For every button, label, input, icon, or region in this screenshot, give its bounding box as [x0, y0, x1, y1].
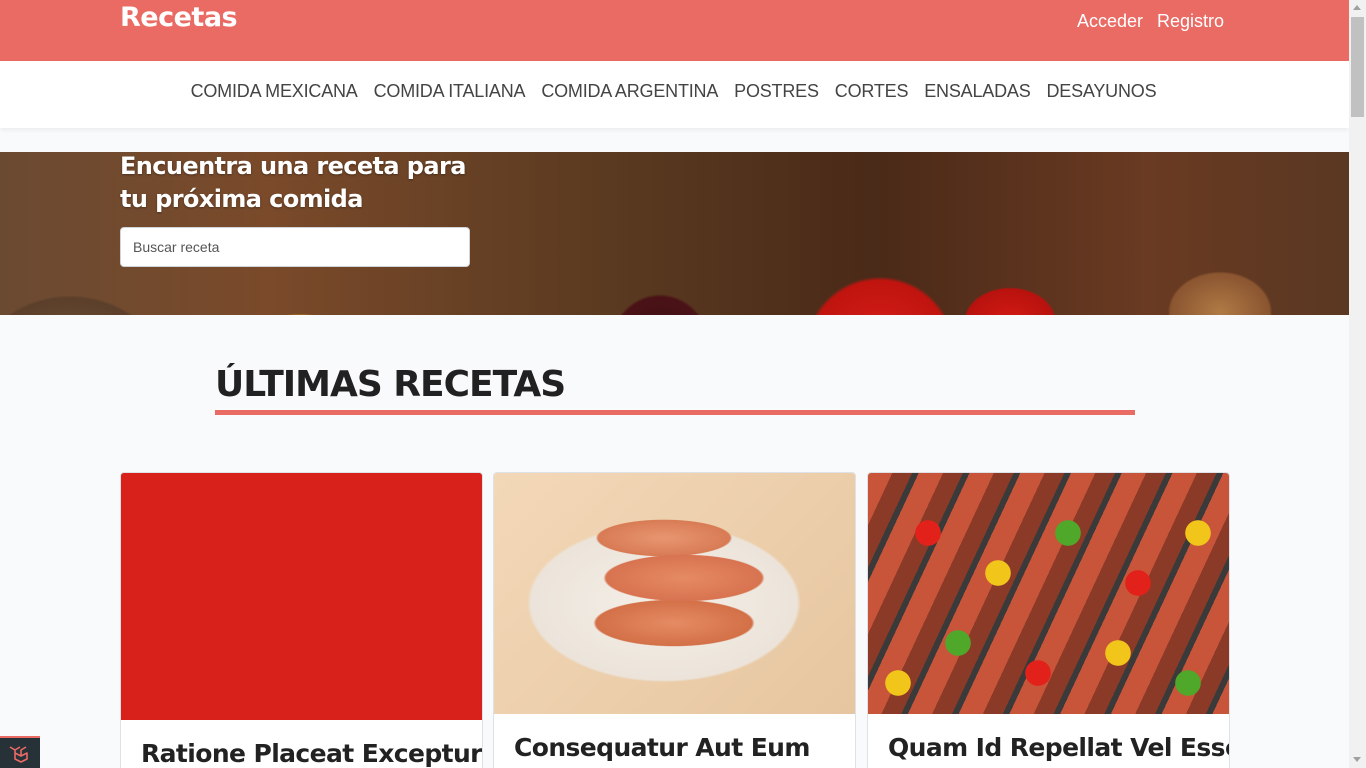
debugbar-toggle[interactable] — [0, 736, 40, 768]
register-link[interactable]: Registro — [1157, 11, 1224, 32]
recipe-image[interactable] — [494, 473, 855, 714]
scrollbar-thumb[interactable] — [1351, 17, 1364, 117]
page-scrollbar[interactable] — [1349, 0, 1366, 768]
search-input[interactable] — [120, 227, 470, 267]
scroll-up-arrow-icon[interactable] — [1353, 5, 1361, 10]
recipe-image[interactable] — [868, 473, 1229, 714]
category-link-ensaladas[interactable]: ENSALADAS — [924, 81, 1030, 102]
recipe-title[interactable]: Ratione Placeat Excepturi — [141, 739, 482, 768]
laravel-icon — [9, 746, 28, 763]
section-title: ÚLTIMAS RECETAS — [215, 364, 566, 405]
category-nav: COMIDA MEXICANA COMIDA ITALIANA COMIDA A… — [0, 61, 1349, 128]
recipe-title[interactable]: Quam Id Repellat Vel Esse Et — [888, 733, 1229, 762]
login-link[interactable]: Acceder — [1077, 11, 1143, 32]
category-link-postres[interactable]: POSTRES — [734, 81, 819, 102]
recipe-title[interactable]: Consequatur Aut Eum — [514, 733, 810, 762]
category-link-comida-italiana[interactable]: COMIDA ITALIANA — [374, 81, 526, 102]
section-divider — [215, 410, 1135, 415]
recipe-card[interactable]: Quam Id Repellat Vel Esse Et — [867, 472, 1230, 768]
top-navbar: Recetas Acceder Registro — [0, 0, 1349, 61]
category-link-cortes[interactable]: CORTES — [835, 81, 909, 102]
scroll-down-arrow-icon[interactable] — [1353, 757, 1361, 762]
category-link-comida-argentina[interactable]: COMIDA ARGENTINA — [541, 81, 718, 102]
recipe-card[interactable]: Ratione Placeat Excepturi — [120, 472, 483, 768]
category-link-desayunos[interactable]: DESAYUNOS — [1047, 81, 1157, 102]
brand-logo[interactable]: Recetas — [120, 2, 238, 33]
recipe-card[interactable]: Consequatur Aut Eum — [493, 472, 856, 768]
category-link-comida-mexicana[interactable]: COMIDA MEXICANA — [191, 81, 358, 102]
hero-title: Encuentra una receta para tu próxima com… — [120, 152, 466, 213]
recipe-image[interactable] — [121, 473, 482, 720]
